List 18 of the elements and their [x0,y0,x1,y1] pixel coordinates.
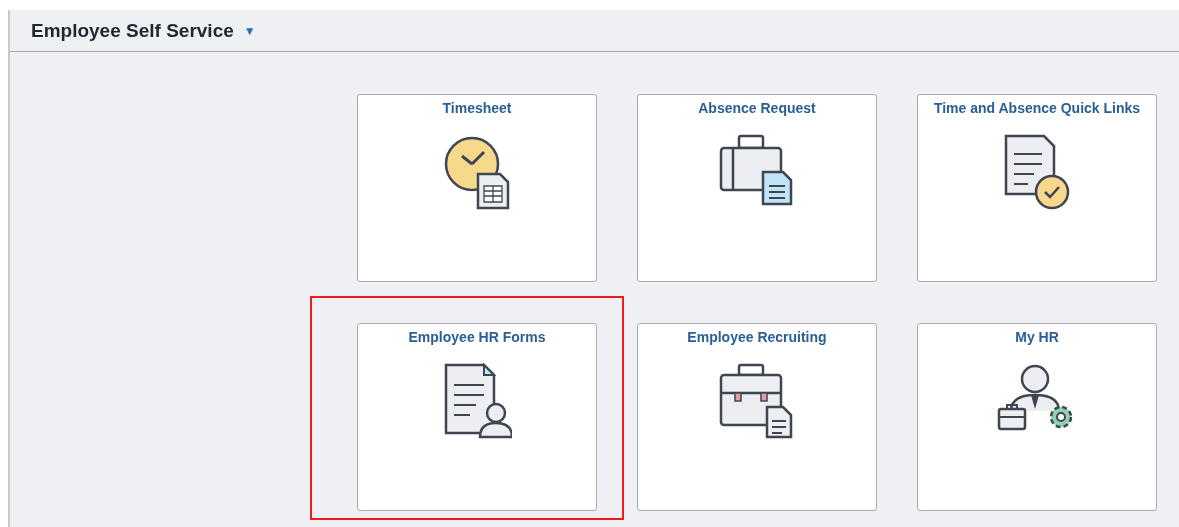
tile[interactable]: Employee Recruiting [637,323,877,511]
tile-title: My HR [1015,329,1059,345]
clock-document-icon [442,134,512,210]
page-title: Employee Self Service [31,19,234,42]
tile[interactable]: Absence Request [637,94,877,282]
tile[interactable]: My HR [917,323,1157,511]
tile[interactable]: Timesheet [357,94,597,282]
tile-title: Timesheet [442,100,512,116]
document-clock-icon [1002,134,1072,210]
tile[interactable]: Employee HR Forms [357,323,597,511]
tile[interactable]: Time and Absence Quick Links [917,94,1157,282]
tile-title: Time and Absence Quick Links [933,100,1141,116]
tile-title: Absence Request [698,100,816,116]
tile-title: Employee HR Forms [408,329,546,345]
briefcase-document-icon [719,134,795,206]
briefcase-document-icon [719,363,795,439]
document-person-icon [442,363,512,439]
tile-title: Employee Recruiting [687,329,827,345]
